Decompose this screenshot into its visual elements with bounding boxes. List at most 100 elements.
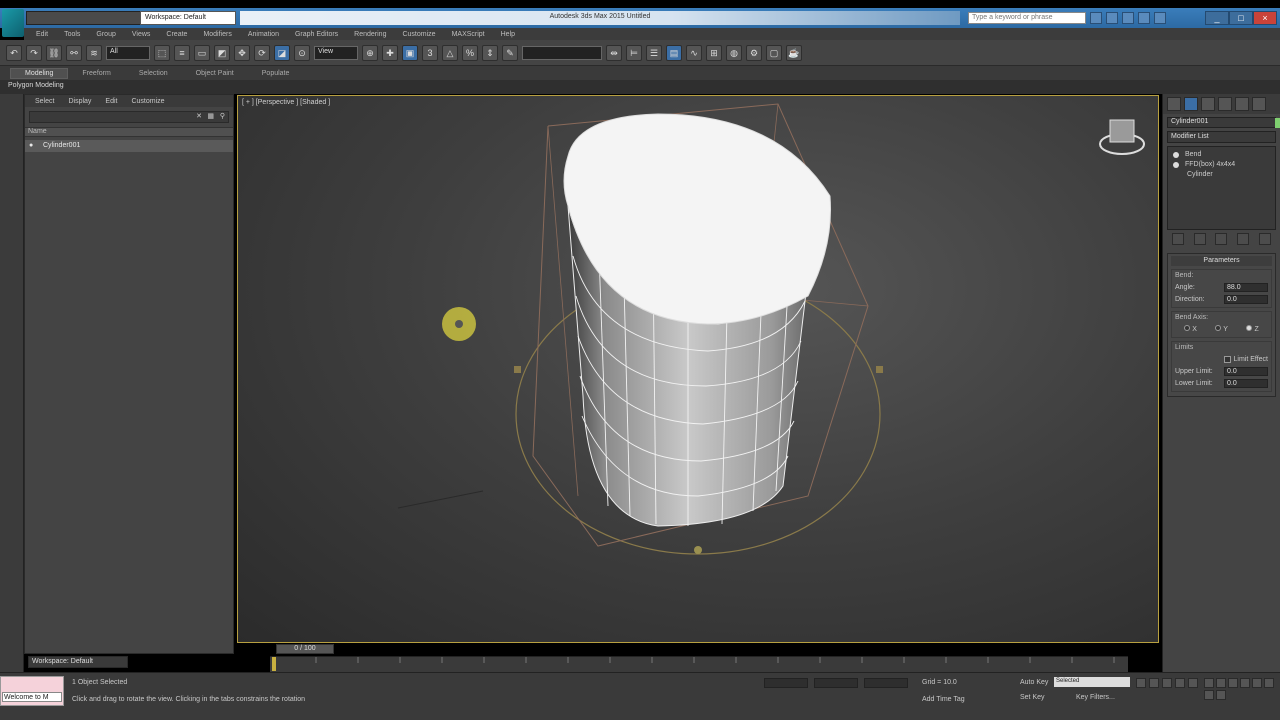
maximize-button[interactable]: □: [1229, 11, 1253, 25]
maxscript-input[interactable]: Welcome to M: [2, 692, 62, 702]
link-icon[interactable]: ⛓: [46, 44, 62, 61]
zoom-all-icon[interactable]: [1216, 678, 1226, 688]
motion-tab-icon[interactable]: [1218, 97, 1232, 111]
region-select-icon[interactable]: ▭: [194, 44, 210, 61]
direction-spinner[interactable]: 0.0: [1224, 294, 1268, 304]
zoom-icon[interactable]: [1204, 678, 1214, 688]
percent-snap-icon[interactable]: %: [462, 44, 478, 61]
object-name-field[interactable]: Cylinder001: [1167, 117, 1280, 128]
material-editor-icon[interactable]: ◍: [726, 44, 742, 61]
se-menu-select[interactable]: Select: [35, 98, 54, 105]
workspace-bottom-selector[interactable]: Workspace: Default: [28, 656, 128, 668]
clear-search-icon[interactable]: ✕: [196, 112, 202, 120]
find-icon[interactable]: ⚲: [220, 112, 225, 120]
edit-named-selection-icon[interactable]: ✎: [502, 44, 518, 61]
se-menu-display[interactable]: Display: [68, 98, 91, 105]
se-menu-edit[interactable]: Edit: [105, 98, 117, 105]
auto-key-button[interactable]: Auto Key: [1020, 679, 1048, 686]
select-object-icon[interactable]: ⬚: [154, 44, 170, 61]
pin-stack-icon[interactable]: [1171, 233, 1184, 245]
upper-limit-spinner[interactable]: 0.0: [1224, 366, 1268, 376]
keyboard-shortcut-override-icon[interactable]: ▣: [402, 44, 418, 61]
menu-animation[interactable]: Animation: [248, 31, 279, 38]
show-end-result-icon[interactable]: [1193, 233, 1206, 245]
select-manipulate-icon[interactable]: ✚: [382, 44, 398, 61]
window-controls[interactable]: _ □ ×: [1205, 11, 1277, 25]
ribbon-tab-selection[interactable]: Selection: [125, 69, 182, 78]
search-icon[interactable]: [1090, 12, 1102, 24]
menu-tools[interactable]: Tools: [64, 31, 80, 38]
selection-filter-dropdown[interactable]: All: [106, 45, 150, 60]
quick-access-toolbar[interactable]: [26, 11, 146, 25]
previous-frame-icon[interactable]: [1149, 678, 1159, 688]
selection-set-dropdown[interactable]: Selected: [1054, 677, 1130, 687]
time-slider[interactable]: 0 / 100: [276, 644, 334, 654]
y-coordinate-field[interactable]: [814, 678, 858, 688]
named-selection-dropdown[interactable]: [522, 45, 602, 60]
scene-explorer-search[interactable]: ✕ ▦ ⚲: [29, 111, 229, 123]
select-by-name-icon[interactable]: ≡: [174, 44, 190, 61]
stack-item-bend[interactable]: Bend: [1171, 150, 1272, 160]
communication-icon[interactable]: [1122, 12, 1134, 24]
hierarchy-tab-icon[interactable]: [1201, 97, 1215, 111]
align-icon[interactable]: ⊨: [626, 44, 642, 61]
z-coordinate-field[interactable]: [864, 678, 908, 688]
stack-item-ffd[interactable]: FFD(box) 4x4x4: [1171, 160, 1272, 170]
modify-tab-icon[interactable]: [1184, 97, 1198, 111]
search-input[interactable]: Type a keyword or phrase: [968, 12, 1086, 24]
configure-sets-icon[interactable]: [1259, 233, 1272, 245]
spinner-snap-icon[interactable]: ⇕: [482, 44, 498, 61]
go-to-end-icon[interactable]: [1188, 678, 1198, 688]
menu-edit[interactable]: Edit: [36, 31, 48, 38]
ribbon-panel-label[interactable]: Polygon Modeling: [0, 80, 1280, 94]
curve-editor-icon[interactable]: ∿: [686, 44, 702, 61]
display-tab-icon[interactable]: [1235, 97, 1249, 111]
go-to-start-icon[interactable]: [1136, 678, 1146, 688]
set-key-button[interactable]: Set Key: [1020, 694, 1045, 701]
menu-views[interactable]: Views: [132, 31, 151, 38]
viewcube-icon[interactable]: [1099, 119, 1145, 155]
zoom-extents-all-icon[interactable]: [1240, 678, 1250, 688]
scene-explorer-column-header[interactable]: Name: [25, 127, 233, 137]
zoom-extents-icon[interactable]: [1228, 678, 1238, 688]
filter-icon[interactable]: ▦: [207, 112, 214, 120]
lower-limit-spinner[interactable]: 0.0: [1224, 378, 1268, 388]
next-frame-icon[interactable]: [1175, 678, 1185, 688]
favorites-icon[interactable]: [1138, 12, 1150, 24]
angle-spinner[interactable]: 88.0: [1224, 282, 1268, 292]
ribbon-tab-freeform[interactable]: Freeform: [68, 69, 124, 78]
window-crossing-icon[interactable]: ◩: [214, 44, 230, 61]
render-production-icon[interactable]: ☕: [786, 44, 802, 61]
bulb-icon[interactable]: [1173, 152, 1179, 158]
add-time-tag[interactable]: Add Time Tag: [922, 696, 965, 703]
x-coordinate-field[interactable]: [764, 678, 808, 688]
pan-icon[interactable]: [1264, 678, 1274, 688]
axis-z-radio[interactable]: Z: [1246, 325, 1259, 333]
key-filters-button[interactable]: Key Filters...: [1076, 694, 1115, 701]
redo-icon[interactable]: ↷: [26, 44, 42, 61]
menu-maxscript[interactable]: MAXScript: [452, 31, 485, 38]
remove-modifier-icon[interactable]: [1237, 233, 1250, 245]
undo-icon[interactable]: ↶: [6, 44, 22, 61]
limit-effect-checkbox[interactable]: [1223, 355, 1231, 363]
scale-icon[interactable]: ◪: [274, 44, 290, 61]
list-item[interactable]: ● Cylinder001: [25, 140, 233, 152]
utilities-tab-icon[interactable]: [1252, 97, 1266, 111]
pivot-center-icon[interactable]: ⊕: [362, 44, 378, 61]
render-setup-icon[interactable]: ⚙: [746, 44, 762, 61]
ribbon-tab-populate[interactable]: Populate: [248, 69, 304, 78]
close-button[interactable]: ×: [1253, 11, 1277, 25]
stack-item-cylinder[interactable]: Cylinder: [1171, 170, 1272, 180]
menu-create[interactable]: Create: [166, 31, 187, 38]
menu-group[interactable]: Group: [96, 31, 115, 38]
rendered-frame-window-icon[interactable]: ▢: [766, 44, 782, 61]
help-icon[interactable]: [1154, 12, 1166, 24]
move-icon[interactable]: ✥: [234, 44, 250, 61]
scene-explorer-toggle-icon[interactable]: ▤: [666, 44, 682, 61]
app-logo-icon[interactable]: [2, 9, 24, 37]
bind-space-warp-icon[interactable]: ≋: [86, 44, 102, 61]
place-icon[interactable]: ⊙: [294, 44, 310, 61]
axis-y-radio[interactable]: Y: [1215, 325, 1228, 333]
minimize-button[interactable]: _: [1205, 11, 1229, 25]
rotate-icon[interactable]: ⟳: [254, 44, 270, 61]
